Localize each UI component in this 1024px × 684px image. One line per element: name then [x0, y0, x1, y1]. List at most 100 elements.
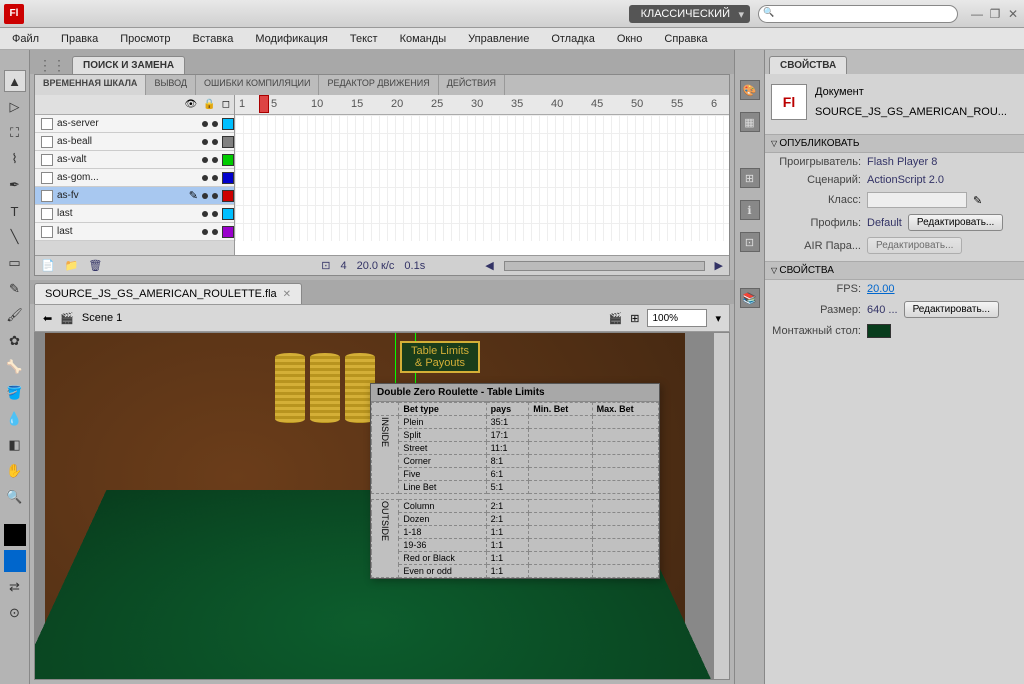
playhead[interactable]: [259, 95, 269, 113]
hand-tool[interactable]: ✋: [4, 460, 26, 482]
transform-panel-icon[interactable]: ⊡: [740, 232, 760, 252]
properties-tab[interactable]: СВОЙСТВА: [769, 56, 847, 74]
compile-errors-tab[interactable]: ОШИБКИ КОМПИЛЯЦИИ: [196, 75, 319, 95]
motion-editor-tab[interactable]: РЕДАКТОР ДВИЖЕНИЯ: [319, 75, 438, 95]
eraser-tool[interactable]: ◧: [4, 434, 26, 456]
zoom-input[interactable]: [647, 309, 707, 327]
delete-layer-button[interactable]: 🗑: [88, 259, 102, 272]
edit-size-button[interactable]: Редактировать...: [904, 301, 999, 318]
edit-symbol-button[interactable]: ⊞: [630, 312, 639, 325]
layer-color-swatch[interactable]: [222, 208, 234, 220]
scroll-left[interactable]: ◀: [485, 259, 493, 272]
lock-dot[interactable]: [212, 121, 218, 127]
align-panel-icon[interactable]: ⊞: [740, 168, 760, 188]
zoom-tool[interactable]: 🔍: [4, 486, 26, 508]
color-panel-icon[interactable]: 🎨: [740, 80, 760, 100]
close-tab-icon[interactable]: ✕: [283, 289, 291, 300]
swatches-panel-icon[interactable]: ▦: [740, 112, 760, 132]
scene-label[interactable]: Scene 1: [82, 312, 122, 324]
zoom-dropdown[interactable]: ▾: [715, 312, 721, 325]
brush-tool[interactable]: 🖌: [4, 304, 26, 326]
visibility-dot[interactable]: [202, 157, 208, 163]
menu-commands[interactable]: Команды: [396, 31, 451, 47]
layer-row[interactable]: last: [35, 223, 234, 241]
menu-file[interactable]: Файл: [8, 31, 43, 47]
workspace-dropdown[interactable]: КЛАССИЧЕСКИЙ: [629, 5, 750, 23]
layer-row[interactable]: as-valt: [35, 151, 234, 169]
lock-dot[interactable]: [212, 229, 218, 235]
lock-dot[interactable]: [212, 211, 218, 217]
pencil-tool[interactable]: ✎: [4, 278, 26, 300]
layer-color-swatch[interactable]: [222, 226, 234, 238]
properties-section-header[interactable]: СВОЙСТВА: [765, 261, 1024, 280]
bone-tool[interactable]: 🦴: [4, 356, 26, 378]
vertical-scrollbar[interactable]: [713, 333, 729, 679]
visibility-dot[interactable]: [202, 121, 208, 127]
edit-class-icon[interactable]: ✎: [973, 194, 982, 207]
edit-profile-button[interactable]: Редактировать...: [908, 214, 1003, 231]
text-tool[interactable]: T: [4, 200, 26, 222]
eyedropper-tool[interactable]: 💧: [4, 408, 26, 430]
minimize-button[interactable]: —: [970, 7, 984, 21]
frame-grid[interactable]: [235, 115, 729, 241]
menu-debug[interactable]: Отладка: [547, 31, 598, 47]
selection-tool[interactable]: ▲: [4, 70, 26, 92]
lock-dot[interactable]: [212, 157, 218, 163]
fill-color[interactable]: [4, 550, 26, 572]
actions-tab[interactable]: ДЕЙСТВИЯ: [439, 75, 505, 95]
new-layer-button[interactable]: 📄: [41, 259, 55, 272]
publish-section-header[interactable]: ОПУБЛИКОВАТЬ: [765, 134, 1024, 153]
timeline-tab[interactable]: ВРЕМЕННАЯ ШКАЛА: [35, 75, 146, 95]
lock-dot[interactable]: [212, 193, 218, 199]
close-button[interactable]: ✕: [1006, 7, 1020, 21]
search-input[interactable]: [758, 5, 958, 23]
visibility-icon[interactable]: 👁: [185, 99, 198, 110]
find-replace-tab[interactable]: ПОИСК И ЗАМЕНА: [72, 56, 185, 74]
menu-help[interactable]: Справка: [660, 31, 711, 47]
panel-grip[interactable]: ⋮⋮: [34, 57, 70, 74]
lock-icon[interactable]: 🔒: [203, 99, 215, 110]
library-panel-icon[interactable]: 📚: [740, 288, 760, 308]
layer-color-swatch[interactable]: [222, 190, 234, 202]
edit-scene-button[interactable]: 🎬: [609, 312, 623, 325]
stroke-color[interactable]: [4, 524, 26, 546]
layer-row[interactable]: as-fv✎: [35, 187, 234, 205]
layer-color-swatch[interactable]: [222, 172, 234, 184]
scroll-right[interactable]: ▶: [715, 259, 723, 272]
lock-dot[interactable]: [212, 175, 218, 181]
paint-bucket-tool[interactable]: 🪣: [4, 382, 26, 404]
visibility-dot[interactable]: [202, 139, 208, 145]
visibility-dot[interactable]: [202, 193, 208, 199]
frame-ruler[interactable]: 1 5 10 15 20 25 30 35 40 45 50 55 6: [235, 95, 729, 115]
back-button[interactable]: ⬅: [43, 312, 52, 325]
layer-color-swatch[interactable]: [222, 154, 234, 166]
visibility-dot[interactable]: [202, 211, 208, 217]
document-tab[interactable]: SOURCE_JS_GS_AMERICAN_ROULETTE.fla ✕: [34, 283, 302, 304]
menu-window[interactable]: Окно: [613, 31, 647, 47]
rectangle-tool[interactable]: ▭: [4, 252, 26, 274]
layer-color-swatch[interactable]: [222, 118, 234, 130]
layer-row[interactable]: as-server: [35, 115, 234, 133]
layer-row[interactable]: as-beall: [35, 133, 234, 151]
info-panel-icon[interactable]: ℹ: [740, 200, 760, 220]
menu-modify[interactable]: Модификация: [251, 31, 332, 47]
menu-insert[interactable]: Вставка: [188, 31, 237, 47]
free-transform-tool[interactable]: ⛶: [4, 122, 26, 144]
visibility-dot[interactable]: [202, 229, 208, 235]
class-input[interactable]: [867, 192, 967, 208]
fps-value[interactable]: 20.00: [867, 283, 895, 295]
outline-icon[interactable]: ◻: [222, 99, 230, 110]
onion-skin-button[interactable]: ⊡: [321, 259, 330, 272]
pen-tool[interactable]: ✒: [4, 174, 26, 196]
menu-edit[interactable]: Правка: [57, 31, 102, 47]
lasso-tool[interactable]: ⌇: [4, 148, 26, 170]
output-tab[interactable]: ВЫВОД: [146, 75, 196, 95]
visibility-dot[interactable]: [202, 175, 208, 181]
menu-control[interactable]: Управление: [464, 31, 533, 47]
layer-row[interactable]: as-gom...: [35, 169, 234, 187]
subselection-tool[interactable]: ▷: [4, 96, 26, 118]
timeline-scrollbar[interactable]: [504, 261, 705, 271]
layer-row[interactable]: last: [35, 205, 234, 223]
lock-dot[interactable]: [212, 139, 218, 145]
deco-tool[interactable]: ✿: [4, 330, 26, 352]
